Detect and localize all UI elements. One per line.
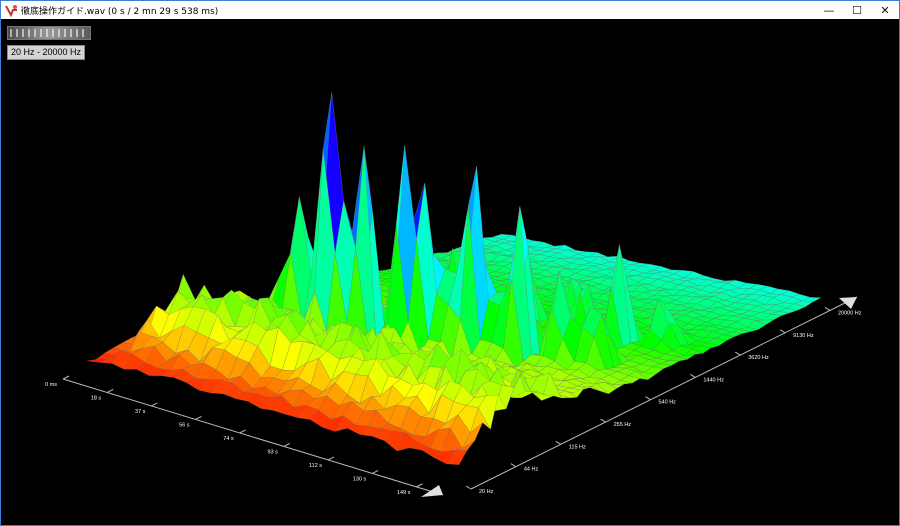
frequency-axis-tick [645,396,651,401]
time-axis-tick-label: 74 s [223,436,234,442]
time-axis-tick-label: 149 s [397,490,411,496]
window-title: 徹底操作ガイド.wav (0 s / 2 mn 29 s 538 ms) [21,6,219,17]
time-axis-tick-label: 0 ms [45,382,57,388]
frequency-axis-tick [600,418,606,423]
time-axis-tick [372,469,379,474]
frequency-axis-arrow [839,297,857,309]
maximize-button[interactable]: ☐ [843,1,871,19]
time-axis-tick-label: 37 s [135,409,146,415]
time-axis-arrow [421,485,443,497]
time-axis-tick [239,429,246,434]
time-axis-tick-label: 112 s [309,463,322,469]
spectrum-surface [86,92,822,465]
app-window: 徹底操作ガイド.wav (0 s / 2 mn 29 s 538 ms) — ☐… [0,0,900,526]
frequency-axis-tick-label: 115 Hz [569,444,586,450]
frequency-axis-tick [690,373,696,378]
time-axis-tick [283,442,291,447]
frequency-axis-tick-label: 1440 Hz [703,377,724,383]
frequency-axis-tick [555,440,562,445]
time-axis-tick-label: 130 s [353,476,367,482]
spectrum-3d-view[interactable]: 20 Hz - 20000 Hz 0 ms 18 s 37 s 56 s 74 s 93 … [1,19,899,525]
frequency-axis-tick-label: 20 Hz [479,489,494,495]
app-icon [4,3,18,17]
time-axis-tick-label: 56 s [179,422,190,428]
frequency-axis-tick [734,351,741,356]
time-axis-tick [106,389,114,393]
title-bar[interactable]: 徹底操作ガイド.wav (0 s / 2 mn 29 s 538 ms) — ☐… [1,1,899,19]
frequency-axis-tick-label: 44 Hz [524,467,539,473]
minimize-button[interactable]: — [815,1,843,19]
time-axis-tick-label: 93 s [267,449,278,455]
time-axis-tick [416,483,423,488]
frequency-axis-tick [824,307,831,311]
frequency-axis-tick-label: 9130 Hz [793,333,814,339]
time-axis-tick-label: 18 s [91,395,102,401]
frequency-axis-tick-label: 20000 Hz [838,310,862,316]
time-axis-tick [327,456,335,461]
close-button[interactable]: ✕ [871,1,899,19]
frequency-axis-tick [510,463,517,468]
time-axis-tick [195,416,202,420]
frequency-axis-tick [465,485,472,490]
frequency-axis-tick [779,329,786,334]
frequency-axis-tick-label: 3620 Hz [748,355,769,361]
spectrum-surface-plot: 0 ms 18 s 37 s 56 s 74 s 93 s 112 s 130 s 149 s 2… [45,92,862,497]
time-axis-tick [62,375,70,380]
time-axis-tick [151,402,158,407]
frequency-axis-tick-label: 255 Hz [614,422,632,428]
frequency-axis-tick-label: 540 Hz [658,400,676,406]
